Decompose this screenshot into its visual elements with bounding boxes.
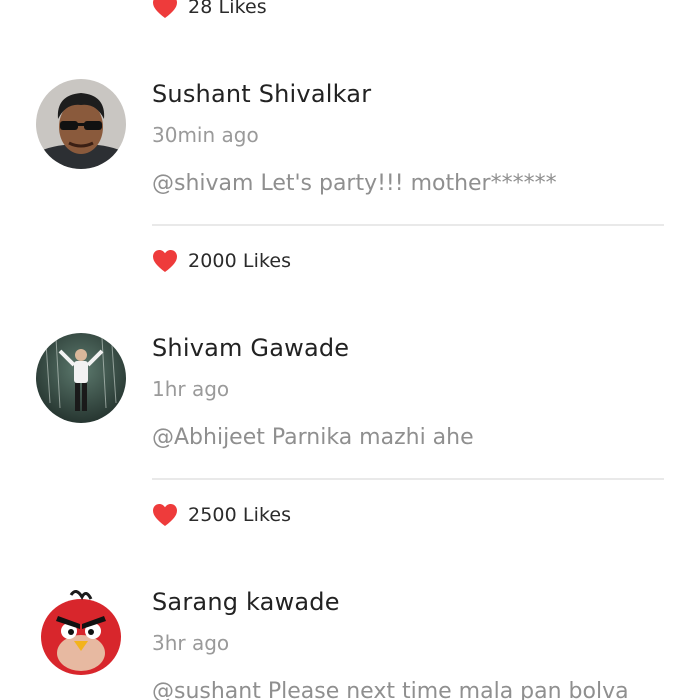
user-photo	[36, 79, 126, 169]
comment-text: @Abhijeet Parnika mazhi ahe	[152, 425, 474, 450]
likes-count-label: 28 Likes	[188, 0, 267, 18]
avatar[interactable]	[36, 333, 126, 423]
likes-count-label: 2000 Likes	[188, 250, 292, 272]
comment-text: @shivam Let's party!!! mother******	[152, 171, 557, 196]
angry-bird-icon	[36, 587, 126, 677]
avatar[interactable]	[36, 587, 126, 677]
heart-icon[interactable]	[152, 249, 178, 273]
divider	[152, 478, 664, 480]
commenter-name[interactable]: Shivam Gawade	[152, 334, 349, 362]
comment-text: @sushant Please next time mala pan bolva	[152, 679, 629, 700]
comment-timestamp: 30min ago	[152, 123, 259, 147]
likes-count-label: 2500 Likes	[188, 504, 292, 526]
likes-row-top[interactable]: 28 Likes	[152, 0, 267, 22]
avatar[interactable]	[36, 79, 126, 169]
comment-timestamp: 1hr ago	[152, 377, 230, 401]
divider	[152, 224, 664, 226]
user-photo	[36, 333, 126, 423]
comments-screen: 28 Likes Sushant Shivalkar 30min ago @sh…	[0, 0, 700, 700]
likes-row[interactable]: 2500 Likes	[152, 500, 291, 530]
comment-timestamp: 3hr ago	[152, 631, 230, 655]
commenter-name[interactable]: Sushant Shivalkar	[152, 80, 371, 108]
heart-icon[interactable]	[152, 503, 178, 527]
heart-icon[interactable]	[152, 0, 178, 19]
commenter-name[interactable]: Sarang kawade	[152, 588, 340, 616]
likes-row[interactable]: 2000 Likes	[152, 246, 291, 276]
